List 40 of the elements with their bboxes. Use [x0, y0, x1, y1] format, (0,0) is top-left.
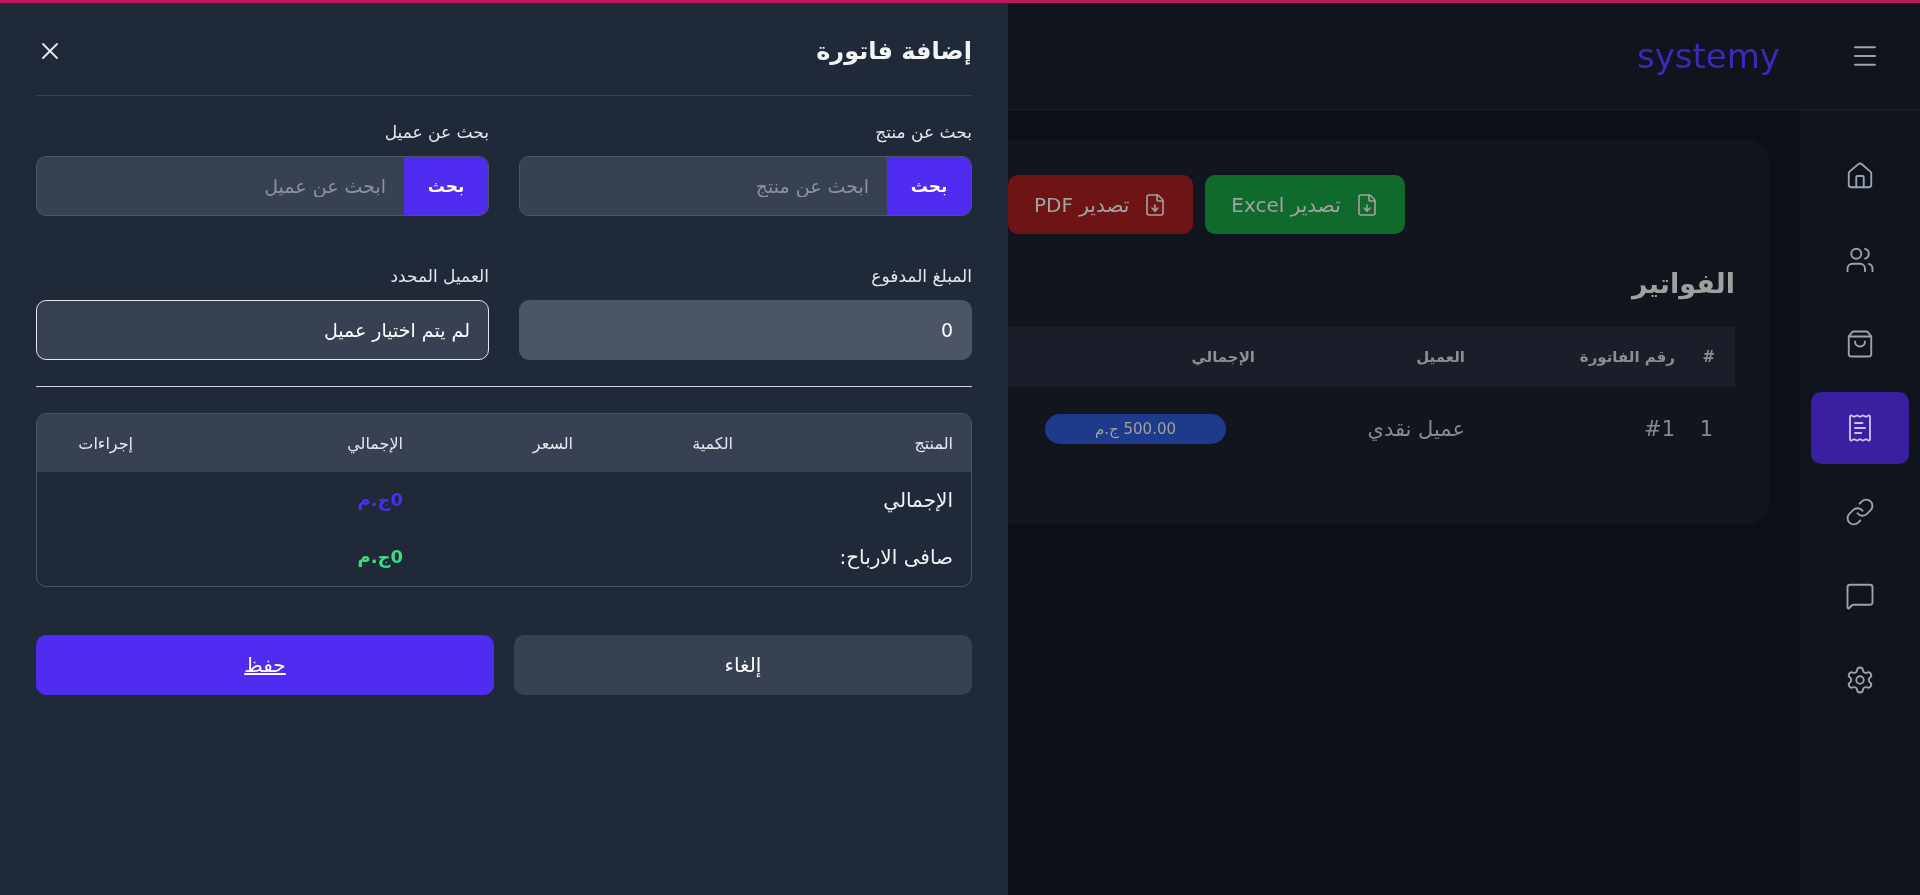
field-label: بحث عن عميل: [383, 122, 489, 142]
drawer-title: إضافة فاتورة: [816, 37, 972, 65]
search-button[interactable]: بحث: [887, 157, 971, 215]
page-title: الفواتير: [1630, 268, 1735, 299]
home-icon: [1845, 161, 1875, 191]
search-field[interactable]: بحث ابحث عن عميل: [36, 156, 489, 216]
bag-icon: [1845, 329, 1875, 359]
column-header: العميل: [1415, 348, 1465, 366]
chat-icon: [1845, 581, 1875, 611]
search-field[interactable]: بحث ابحث عن منتج: [519, 156, 972, 216]
column-header: الإجمالي: [346, 433, 403, 453]
settings-icon: [1845, 665, 1875, 695]
amount-field[interactable]: 0: [519, 300, 972, 360]
table-cell-text: 1: [1698, 417, 1714, 441]
client-field: لم يتم اختيار عميل: [36, 300, 489, 360]
field-label: بحث عن منتج: [874, 122, 972, 142]
cancel-button[interactable]: إلغاء: [514, 635, 972, 695]
column-header: الكمية: [691, 433, 733, 453]
total-badge: 500.00 ج.م: [1045, 414, 1226, 444]
save-button[interactable]: حفظ: [36, 635, 494, 695]
column-header: رقم الفاتورة: [1578, 348, 1675, 366]
column-header: الإجمالي: [1190, 348, 1255, 366]
search-button[interactable]: بحث: [404, 157, 488, 215]
column-header: إجراءات: [77, 433, 133, 453]
users-icon: [1845, 245, 1875, 275]
sidebar-item[interactable]: [1811, 392, 1909, 464]
logo: systemy: [1636, 36, 1780, 76]
column-header: #: [1701, 348, 1716, 366]
column-header: السعر: [531, 433, 573, 453]
summary-value: 0ج.م: [356, 546, 403, 567]
summary-label: صافى الارباح:: [838, 544, 953, 569]
field-label: العميل المحدد: [389, 266, 489, 286]
summary-label: الإجمالي: [882, 487, 953, 512]
export-pdf-button[interactable]: تصدير PDF: [1008, 175, 1194, 234]
link-icon: [1845, 497, 1875, 527]
table-cell-text: #1: [1643, 417, 1675, 441]
field-label: المبلغ المدفوع: [870, 266, 972, 286]
table-cell-text: عميل نقدي: [1366, 417, 1465, 441]
summary-value: 0ج.م: [356, 489, 403, 510]
column-header: المنتج: [913, 433, 953, 453]
